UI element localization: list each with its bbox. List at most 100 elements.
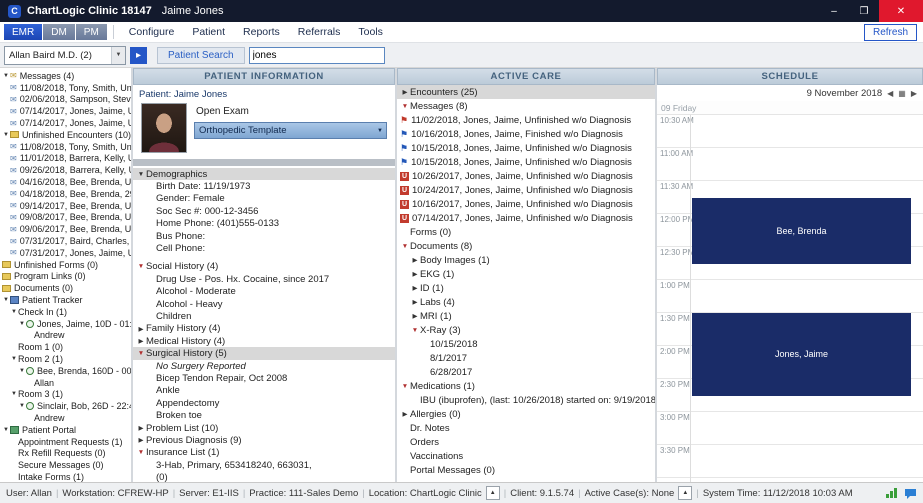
menu-patient[interactable]: Patient — [183, 26, 234, 38]
menu-tools[interactable]: Tools — [349, 26, 392, 38]
tree-row[interactable]: ✉09/26/2018, Barrera, Kelly, Unfinished … — [0, 164, 131, 176]
tree-row[interactable]: Orders — [397, 435, 655, 449]
tree-row[interactable]: ▶Allergies (0) — [397, 407, 655, 421]
tree-row[interactable]: (0) — [133, 471, 395, 482]
schedule-slot[interactable]: 11:00 AM — [657, 148, 923, 181]
tree-row[interactable]: Intake Forms (1) — [0, 471, 131, 482]
tree-row[interactable]: ▼Insurance List (1) — [133, 447, 395, 459]
collapse-arrow-icon[interactable]: ▶ — [136, 337, 146, 345]
menu-reports[interactable]: Reports — [234, 26, 289, 38]
expand-arrow-icon[interactable]: ▼ — [2, 132, 10, 138]
tree-row[interactable]: ✉09/08/2017, Bee, Brenda, Unfinished w/o — [0, 212, 131, 224]
tree-row[interactable]: ▼Bee, Brenda, 160D - 00:31:38 — [0, 365, 131, 377]
calendar-view-button[interactable]: ▦ — [898, 89, 906, 98]
expand-arrow-icon[interactable]: ▼ — [2, 297, 10, 303]
tree-row[interactable]: ✉04/18/2018, Bee, Brenda, 298.1-Arthrode — [0, 188, 131, 200]
patient-search-input[interactable] — [249, 47, 385, 64]
tree-row[interactable]: ▼Demographics — [133, 168, 395, 180]
collapse-arrow-icon[interactable]: ▶ — [410, 312, 420, 320]
tree-row[interactable]: Birth Date: 11/19/1973 — [133, 180, 395, 192]
expand-arrow-icon[interactable]: ▼ — [136, 263, 146, 270]
tree-row[interactable]: Documents (0) — [0, 282, 131, 294]
expand-arrow-icon[interactable]: ▼ — [400, 103, 410, 110]
tree-row[interactable]: ✉11/08/2018, Tony, Smith, Unfinished w/o — [0, 82, 131, 94]
tree-row[interactable]: Drug Use - Pos. Hx. Cocaine, since 2017 — [133, 273, 395, 285]
tree-row[interactable]: Children — [133, 310, 395, 322]
tree-row[interactable]: ▼Jones, Jaime, 10D - 01:30:39 — [0, 318, 131, 330]
tree-row[interactable]: Bicep Tendon Repair, Oct 2008 — [133, 372, 395, 384]
tab-emr[interactable]: EMR — [4, 24, 42, 40]
expand-arrow-icon[interactable]: ▼ — [18, 403, 26, 409]
tree-row[interactable]: ✉09/14/2017, Bee, Brenda, Unfinished w/o — [0, 200, 131, 212]
collapse-arrow-icon[interactable]: ▶ — [410, 284, 420, 292]
next-day-button[interactable]: ▶ — [911, 89, 917, 98]
tree-row[interactable]: ▶Previous Diagnosis (9) — [133, 434, 395, 446]
tree-row[interactable]: ▶ID (1) — [397, 281, 655, 295]
expand-arrow-icon[interactable]: ▼ — [410, 327, 420, 334]
appointment[interactable]: Jones, Jaime — [692, 313, 911, 396]
expand-arrow-icon[interactable]: ▼ — [18, 368, 26, 374]
collapse-arrow-icon[interactable]: ▶ — [136, 424, 146, 432]
tree-row[interactable]: ⚑10/15/2018, Jones, Jaime, Unfinished w/… — [397, 141, 655, 155]
schedule-slot[interactable]: 10:30 AM — [657, 115, 923, 148]
expand-arrow-icon[interactable]: ▼ — [400, 383, 410, 390]
tab-pm[interactable]: PM — [76, 24, 107, 40]
expand-arrow-icon[interactable]: ▼ — [18, 321, 26, 327]
tree-row[interactable]: No Surgery Reported — [133, 360, 395, 372]
collapse-arrow-icon[interactable]: ▶ — [400, 410, 410, 418]
tree-row[interactable]: U10/26/2017, Jones, Jaime, Unfinished w/… — [397, 169, 655, 183]
schedule-slot[interactable]: 3:00 PM — [657, 412, 923, 445]
tree-row[interactable]: Forms (0) — [397, 225, 655, 239]
provider-go-button[interactable]: ▸ — [130, 47, 147, 64]
expand-arrow-icon[interactable]: ▼ — [10, 309, 18, 315]
tree-row[interactable]: ⚑10/15/2018, Jones, Jaime, Unfinished w/… — [397, 155, 655, 169]
expand-arrow-icon[interactable]: ▼ — [2, 73, 10, 79]
tree-row[interactable]: Alcohol - Heavy — [133, 298, 395, 310]
tree-row[interactable]: 8/1/2017 — [397, 351, 655, 365]
chat-icon[interactable] — [904, 488, 917, 499]
tree-row[interactable]: 6/28/2017 — [397, 365, 655, 379]
tree-row[interactable]: ⚑11/02/2018, Jones, Jaime, Unfinished w/… — [397, 113, 655, 127]
prev-day-button[interactable]: ◀ — [887, 89, 893, 98]
tree-row[interactable]: ▼Room 3 (1) — [0, 389, 131, 401]
tree-row[interactable]: Unfinished Forms (0) — [0, 259, 131, 271]
tree-row[interactable]: ▼Documents (8) — [397, 239, 655, 253]
tree-row[interactable]: ✉07/14/2017, Jones, Jaime, Unfinished w/… — [0, 117, 131, 129]
tree-row[interactable]: Rx Refill Requests (0) — [0, 448, 131, 460]
network-status-icon[interactable] — [886, 488, 898, 498]
patient-search-label[interactable]: Patient Search — [157, 47, 245, 64]
collapse-arrow-icon[interactable]: ▶ — [136, 436, 146, 444]
tree-row[interactable]: ▶Labs (4) — [397, 295, 655, 309]
tree-row[interactable]: Program Links (0) — [0, 271, 131, 283]
tree-row[interactable]: Portal Messages (0) — [397, 463, 655, 477]
status-dropdown-button[interactable]: ▲ — [678, 486, 692, 500]
collapse-arrow-icon[interactable]: ▶ — [410, 256, 420, 264]
tree-row[interactable]: Appendectomy — [133, 397, 395, 409]
tree-row[interactable]: Vaccinations — [397, 449, 655, 463]
tree-row[interactable]: ▼✉Messages (4) — [0, 70, 131, 82]
tree-row[interactable]: 10/15/2018 — [397, 337, 655, 351]
template-select[interactable]: Orthopedic Template ▼ — [194, 122, 387, 139]
tree-row[interactable]: ▼Check In (1) — [0, 306, 131, 318]
tree-row[interactable]: Ankle — [133, 385, 395, 397]
tree-row[interactable]: 3-Hab, Primary, 653418240, 663031, — [133, 459, 395, 471]
tree-row[interactable]: Cell Phone: — [133, 242, 395, 254]
minimize-button[interactable]: – — [819, 0, 849, 22]
expand-arrow-icon[interactable]: ▼ — [136, 350, 146, 357]
tree-row[interactable]: ▶Medical History (4) — [133, 335, 395, 347]
appointment[interactable]: Bee, Brenda — [692, 198, 911, 264]
tree-row[interactable]: ✉07/31/2017, Jones, Jaime, Unfinished w/… — [0, 247, 131, 259]
schedule-slot[interactable]: 3:30 PM — [657, 445, 923, 478]
tree-row[interactable]: ▼Sinclair, Bob, 26D - 22:48:25 — [0, 400, 131, 412]
tree-row[interactable]: ▶Problem List (10) — [133, 422, 395, 434]
tree-row[interactable]: ▼Patient Portal — [0, 424, 131, 436]
collapse-arrow-icon[interactable]: ▶ — [400, 88, 410, 96]
menu-configure[interactable]: Configure — [120, 26, 184, 38]
tree-row[interactable]: ▶Body Images (1) — [397, 253, 655, 267]
tree-row[interactable]: ▼Social History (4) — [133, 261, 395, 273]
tree-row[interactable]: ▼Medications (1) — [397, 379, 655, 393]
menu-referrals[interactable]: Referrals — [289, 26, 350, 38]
expand-arrow-icon[interactable]: ▼ — [10, 391, 18, 397]
tree-row[interactable]: Andrew — [0, 412, 131, 424]
tree-row[interactable]: Secure Messages (0) — [0, 459, 131, 471]
